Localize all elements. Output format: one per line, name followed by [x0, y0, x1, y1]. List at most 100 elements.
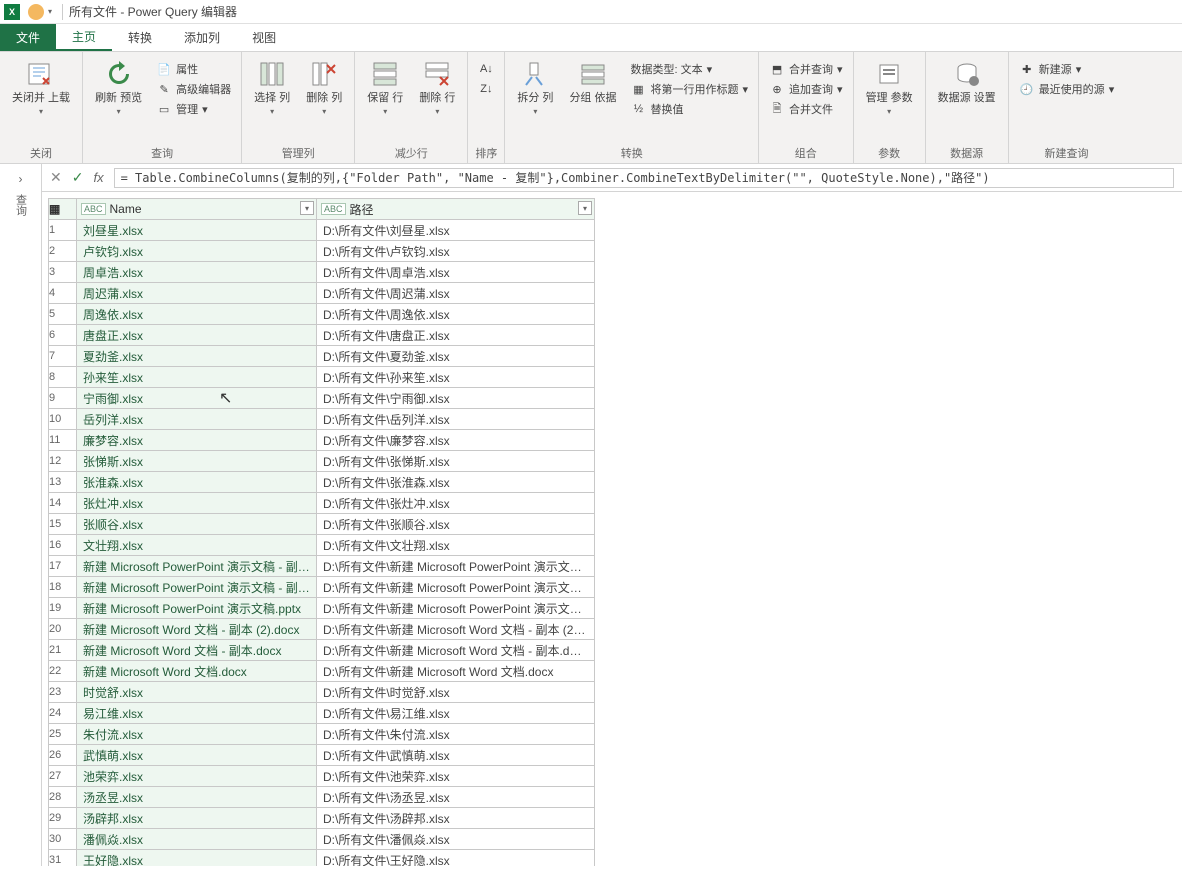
row-number[interactable]: 5 [49, 304, 77, 325]
row-number[interactable]: 15 [49, 514, 77, 535]
cell-path[interactable]: D:\所有文件\潘佩焱.xlsx [317, 829, 595, 850]
cell-path[interactable]: D:\所有文件\孙来笙.xlsx [317, 367, 595, 388]
tab-file[interactable]: 文件 [0, 24, 56, 51]
table-row[interactable]: 9宁雨御.xlsxD:\所有文件\宁雨御.xlsx [49, 388, 595, 409]
data-type-button[interactable]: 数据类型: 文本 ▾ [627, 60, 753, 78]
row-number[interactable]: 21 [49, 640, 77, 661]
cell-name[interactable]: 周迟蒲.xlsx [77, 283, 317, 304]
cell-name[interactable]: 张悌斯.xlsx [77, 451, 317, 472]
cell-path[interactable]: D:\所有文件\唐盘正.xlsx [317, 325, 595, 346]
cell-name[interactable]: 新建 Microsoft Word 文档 - 副本.docx [77, 640, 317, 661]
cell-name[interactable]: 新建 Microsoft PowerPoint 演示文稿 - 副本 (... [77, 556, 317, 577]
table-row[interactable]: 27池荣弈.xlsxD:\所有文件\池荣弈.xlsx [49, 766, 595, 787]
cell-path[interactable]: D:\所有文件\廉梦容.xlsx [317, 430, 595, 451]
row-number[interactable]: 12 [49, 451, 77, 472]
cell-path[interactable]: D:\所有文件\池荣弈.xlsx [317, 766, 595, 787]
manage-button[interactable]: ▭管理 ▾ [152, 100, 235, 118]
cell-name[interactable]: 宁雨御.xlsx [77, 388, 317, 409]
cell-path[interactable]: D:\所有文件\汤辟邦.xlsx [317, 808, 595, 829]
row-number[interactable]: 2 [49, 241, 77, 262]
cell-path[interactable]: D:\所有文件\新建 Microsoft PowerPoint 演示文稿 - .… [317, 577, 595, 598]
cell-name[interactable]: 池荣弈.xlsx [77, 766, 317, 787]
tab-transform[interactable]: 转换 [112, 24, 168, 51]
table-row[interactable]: 19新建 Microsoft PowerPoint 演示文稿.pptxD:\所有… [49, 598, 595, 619]
row-number[interactable]: 20 [49, 619, 77, 640]
group-by-button[interactable]: 分组 依据 [563, 56, 622, 107]
cell-path[interactable]: D:\所有文件\时觉舒.xlsx [317, 682, 595, 703]
cell-path[interactable]: D:\所有文件\新建 Microsoft PowerPoint 演示文稿 - .… [317, 556, 595, 577]
cell-name[interactable]: 唐盘正.xlsx [77, 325, 317, 346]
row-number[interactable]: 27 [49, 766, 77, 787]
row-number[interactable]: 9 [49, 388, 77, 409]
row-number[interactable]: 14 [49, 493, 77, 514]
replace-values-button[interactable]: ½替换值 [627, 100, 753, 118]
row-number[interactable]: 26 [49, 745, 77, 766]
split-column-button[interactable]: 拆分 列▾ [511, 56, 559, 118]
tab-addcolumn[interactable]: 添加列 [168, 24, 236, 51]
cell-path[interactable]: D:\所有文件\岳列洋.xlsx [317, 409, 595, 430]
table-row[interactable]: 15张顺谷.xlsxD:\所有文件\张顺谷.xlsx [49, 514, 595, 535]
cell-path[interactable]: D:\所有文件\刘昼星.xlsx [317, 220, 595, 241]
cell-name[interactable]: 新建 Microsoft Word 文档.docx [77, 661, 317, 682]
cell-name[interactable]: 刘昼星.xlsx [77, 220, 317, 241]
cell-name[interactable]: 张淮森.xlsx [77, 472, 317, 493]
cell-name[interactable]: 朱付流.xlsx [77, 724, 317, 745]
cell-name[interactable]: 周卓浩.xlsx [77, 262, 317, 283]
row-number[interactable]: 31 [49, 850, 77, 867]
keep-rows-button[interactable]: 保留 行▾ [361, 56, 409, 118]
manage-params-button[interactable]: 管理 参数▾ [860, 56, 919, 118]
row-number[interactable]: 13 [49, 472, 77, 493]
table-row[interactable]: 6唐盘正.xlsxD:\所有文件\唐盘正.xlsx [49, 325, 595, 346]
remove-columns-button[interactable]: 删除 列▾ [300, 56, 348, 118]
row-number[interactable]: 28 [49, 787, 77, 808]
table-row[interactable]: 2卢钦钧.xlsxD:\所有文件\卢钦钧.xlsx [49, 241, 595, 262]
advanced-editor-button[interactable]: ✎高级编辑器 [152, 80, 235, 98]
row-number[interactable]: 6 [49, 325, 77, 346]
cell-path[interactable]: D:\所有文件\汤丞昱.xlsx [317, 787, 595, 808]
datasource-settings-button[interactable]: 数据源 设置 [932, 56, 1002, 107]
table-row[interactable]: 30潘佩焱.xlsxD:\所有文件\潘佩焱.xlsx [49, 829, 595, 850]
row-number[interactable]: 19 [49, 598, 77, 619]
row-number[interactable]: 7 [49, 346, 77, 367]
cell-path[interactable]: D:\所有文件\卢钦钧.xlsx [317, 241, 595, 262]
new-source-button[interactable]: ✚新建源 ▾ [1015, 60, 1119, 78]
cell-path[interactable]: D:\所有文件\周卓浩.xlsx [317, 262, 595, 283]
row-number[interactable]: 18 [49, 577, 77, 598]
table-row[interactable]: 8孙来笙.xlsxD:\所有文件\孙来笙.xlsx [49, 367, 595, 388]
table-row[interactable]: 26武慎萌.xlsxD:\所有文件\武慎萌.xlsx [49, 745, 595, 766]
cell-path[interactable]: D:\所有文件\张顺谷.xlsx [317, 514, 595, 535]
close-load-button[interactable]: 关闭并 上载 ▾ [6, 56, 76, 118]
cell-path[interactable]: D:\所有文件\新建 Microsoft PowerPoint 演示文稿.ppt… [317, 598, 595, 619]
cell-name[interactable]: 王好隐.xlsx [77, 850, 317, 867]
remove-rows-button[interactable]: 删除 行▾ [413, 56, 461, 118]
table-row[interactable]: 29汤辟邦.xlsxD:\所有文件\汤辟邦.xlsx [49, 808, 595, 829]
row-number[interactable]: 4 [49, 283, 77, 304]
row-number[interactable]: 10 [49, 409, 77, 430]
append-queries-button[interactable]: ⊕追加查询 ▾ [765, 80, 847, 98]
queries-sidebar-collapsed[interactable]: › 查询 [0, 164, 42, 866]
cell-path[interactable]: D:\所有文件\新建 Microsoft Word 文档.docx [317, 661, 595, 682]
refresh-preview-button[interactable]: 刷新 预览 ▾ [89, 56, 148, 118]
cell-name[interactable]: 时觉舒.xlsx [77, 682, 317, 703]
table-row[interactable]: 22新建 Microsoft Word 文档.docxD:\所有文件\新建 Mi… [49, 661, 595, 682]
row-number[interactable]: 25 [49, 724, 77, 745]
table-row[interactable]: 11廉梦容.xlsxD:\所有文件\廉梦容.xlsx [49, 430, 595, 451]
table-row[interactable]: 21新建 Microsoft Word 文档 - 副本.docxD:\所有文件\… [49, 640, 595, 661]
row-number[interactable]: 23 [49, 682, 77, 703]
cell-path[interactable]: D:\所有文件\夏劲釜.xlsx [317, 346, 595, 367]
table-row[interactable]: 10岳列洋.xlsxD:\所有文件\岳列洋.xlsx [49, 409, 595, 430]
choose-columns-button[interactable]: 选择 列▾ [248, 56, 296, 118]
cell-path[interactable]: D:\所有文件\朱付流.xlsx [317, 724, 595, 745]
row-number[interactable]: 3 [49, 262, 77, 283]
cell-name[interactable]: 张灶冲.xlsx [77, 493, 317, 514]
merge-queries-button[interactable]: ⬒合并查询 ▾ [765, 60, 847, 78]
cancel-formula-icon[interactable]: ✕ [50, 169, 62, 186]
cell-name[interactable]: 周逸依.xlsx [77, 304, 317, 325]
select-all-corner[interactable]: ▦ [49, 199, 77, 220]
row-number[interactable]: 8 [49, 367, 77, 388]
cell-name[interactable]: 岳列洋.xlsx [77, 409, 317, 430]
qat-user-icon[interactable] [28, 4, 44, 20]
cell-path[interactable]: D:\所有文件\新建 Microsoft Word 文档 - 副本.docx [317, 640, 595, 661]
recent-sources-button[interactable]: 🕘最近使用的源 ▾ [1015, 80, 1119, 98]
cell-path[interactable]: D:\所有文件\文壮翔.xlsx [317, 535, 595, 556]
